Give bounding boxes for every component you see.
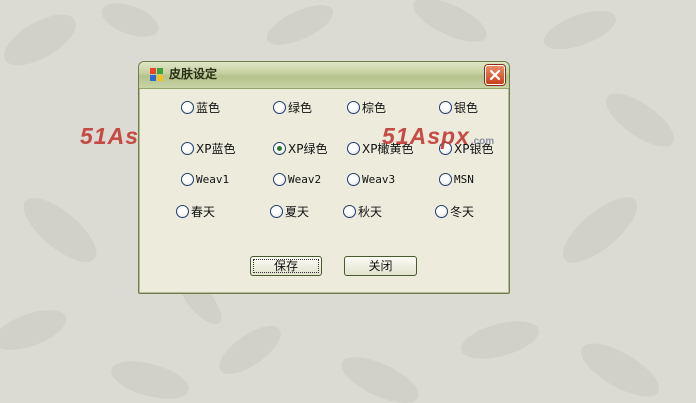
radio-skin-weav1[interactable]: Weav1 [181, 171, 229, 187]
radio-circle[interactable] [343, 204, 356, 218]
radio-skin-xp-silver[interactable]: XP银色 [439, 140, 493, 156]
radio-skin-winter[interactable]: 冬天 [435, 203, 474, 219]
radio-label: Weav2 [288, 172, 322, 186]
radio-circle[interactable] [439, 141, 452, 155]
radio-label: XP蓝色 [196, 141, 236, 156]
radio-skin-silver[interactable]: 银色 [439, 99, 478, 115]
radio-skin-green[interactable]: 绿色 [273, 99, 312, 115]
radio-circle[interactable] [439, 172, 452, 186]
title-bar[interactable]: 皮肤设定 [139, 62, 509, 89]
radio-skin-spring[interactable]: 春天 [176, 203, 215, 219]
radio-skin-summer[interactable]: 夏天 [270, 203, 309, 219]
radio-label: 银色 [454, 100, 479, 115]
radio-skin-xp-blue[interactable]: XP蓝色 [181, 140, 235, 156]
radio-skin-autumn[interactable]: 秋天 [343, 203, 382, 219]
radio-label: 春天 [191, 204, 216, 219]
radio-label: 棕色 [362, 100, 387, 115]
radio-circle[interactable] [181, 172, 194, 186]
radio-skin-weav2[interactable]: Weav2 [273, 171, 321, 187]
radio-skin-weav3[interactable]: Weav3 [347, 171, 395, 187]
radio-circle[interactable] [273, 100, 286, 114]
close-button[interactable]: 关闭 [344, 256, 417, 276]
radio-circle[interactable] [181, 100, 194, 114]
window-title: 皮肤设定 [169, 67, 218, 81]
radio-circle[interactable] [176, 204, 189, 218]
radio-label: 秋天 [358, 204, 383, 219]
skin-settings-dialog: 皮肤设定 蓝色 绿色 棕色 银色 XP蓝色 XP绿色 XP橄黄色 XP银色 We… [138, 61, 510, 294]
radio-label: XP银色 [454, 141, 494, 156]
radio-label: 夏天 [285, 204, 310, 219]
radio-circle[interactable] [181, 141, 194, 155]
radio-label: 冬天 [450, 204, 475, 219]
radio-label: 绿色 [288, 100, 313, 115]
radio-label: 蓝色 [196, 100, 221, 115]
radio-skin-blue[interactable]: 蓝色 [181, 99, 220, 115]
radio-circle[interactable] [435, 204, 448, 218]
radio-circle[interactable] [273, 172, 286, 186]
windows-logo-icon [150, 68, 163, 81]
radio-circle[interactable] [347, 141, 360, 155]
radio-label: Weav3 [362, 172, 396, 186]
close-window-button[interactable] [485, 65, 505, 85]
radio-label: XP绿色 [288, 141, 328, 156]
save-button[interactable]: 保存 [250, 256, 322, 276]
radio-circle[interactable] [347, 100, 360, 114]
close-icon [489, 69, 501, 81]
radio-skin-brown[interactable]: 棕色 [347, 99, 386, 115]
radio-skin-xp-green[interactable]: XP绿色 [273, 140, 327, 156]
radio-circle[interactable] [347, 172, 360, 186]
radio-circle[interactable] [439, 100, 452, 114]
radio-circle[interactable] [270, 204, 283, 218]
radio-skin-xp-olive[interactable]: XP橄黄色 [347, 140, 413, 156]
radio-label: Weav1 [196, 172, 230, 186]
radio-label: MSN [454, 172, 474, 186]
radio-circle-selected[interactable] [273, 141, 286, 155]
radio-label: XP橄黄色 [362, 141, 414, 156]
radio-skin-msn[interactable]: MSN [439, 171, 474, 187]
